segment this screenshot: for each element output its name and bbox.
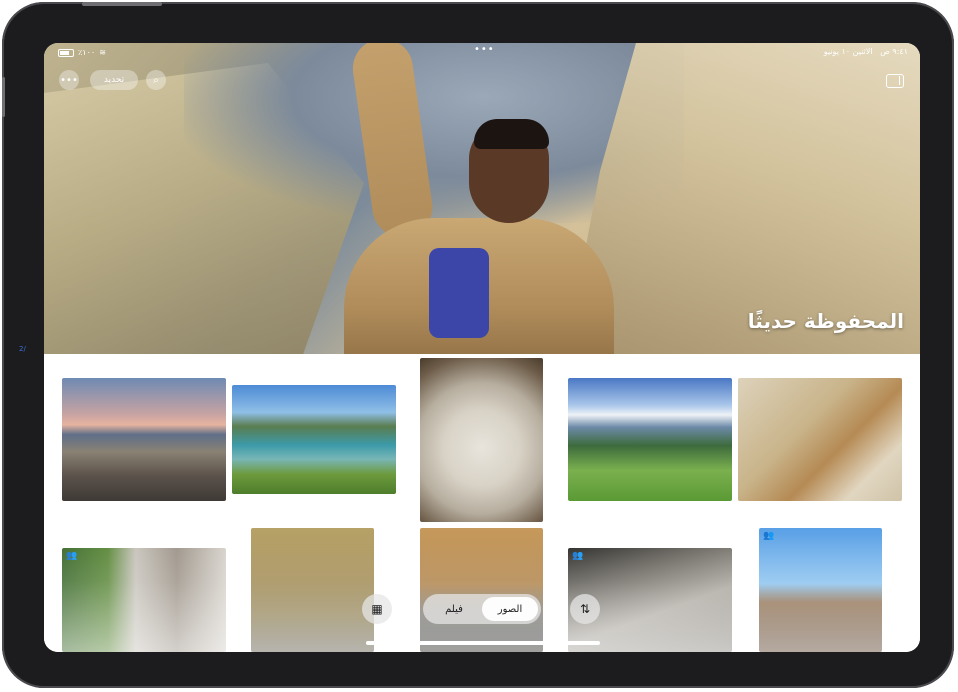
grid-view-button[interactable]: ▦ xyxy=(362,594,392,624)
wifi-icon: ≋ xyxy=(99,48,106,57)
tab-film[interactable]: فيلم xyxy=(426,597,482,621)
bottom-toolbar: ▦ الصور فيلم ⇅ xyxy=(44,589,920,629)
ipad-frame: ٪١٠٠ ≋ ••• ٩:٤١ ص الاثنين ١٠ يونيو ••• ت… xyxy=(2,2,954,688)
status-left: ٪١٠٠ ≋ xyxy=(58,48,106,57)
collection-title: المحفوظة حديثًا xyxy=(747,309,904,333)
photo-thumbnail[interactable] xyxy=(62,378,226,501)
view-segmented-control: الصور فيلم xyxy=(423,594,541,624)
battery-icon xyxy=(58,48,74,57)
status-bar: ٪١٠٠ ≋ ••• ٩:٤١ ص الاثنين ١٠ يونيو xyxy=(44,44,920,61)
photo-thumbnail[interactable] xyxy=(738,378,902,501)
status-date: الاثنين ١٠ يونيو xyxy=(823,47,873,56)
status-right: ٩:٤١ ص الاثنين ١٠ يونيو xyxy=(824,47,908,56)
search-icon: ⌕ xyxy=(153,74,159,86)
search-button[interactable]: ⌕ xyxy=(146,70,166,90)
photo-thumbnail[interactable] xyxy=(232,385,396,494)
screen: ٪١٠٠ ≋ ••• ٩:٤١ ص الاثنين ١٠ يونيو ••• ت… xyxy=(44,43,920,652)
select-button[interactable]: تحديد xyxy=(90,70,138,90)
shared-library-icon: 👥 xyxy=(66,551,78,561)
shared-library-icon: 👥 xyxy=(763,531,775,541)
battery-percent: ٪١٠٠ xyxy=(78,48,96,57)
hero-person-hair xyxy=(474,119,549,149)
tab-photos[interactable]: الصور xyxy=(482,597,538,621)
sort-button[interactable]: ⇅ xyxy=(570,594,600,624)
side-button xyxy=(2,77,5,117)
photo-thumbnail[interactable] xyxy=(568,378,732,501)
hero-person-shirt xyxy=(429,248,489,338)
ellipsis-icon: ••• xyxy=(60,74,78,86)
multitask-dots-icon[interactable]: ••• xyxy=(474,44,495,55)
shared-library-icon: 👥 xyxy=(572,551,584,561)
status-time: ٩:٤١ ص xyxy=(880,47,908,56)
sidebar-icon[interactable] xyxy=(886,74,904,88)
home-indicator[interactable] xyxy=(366,641,600,645)
sort-arrows-icon: ⇅ xyxy=(579,602,591,616)
side-page-label: 2/ xyxy=(19,345,26,353)
top-button xyxy=(82,2,162,6)
photo-thumbnail[interactable] xyxy=(420,358,543,522)
hero-featured-photo[interactable]: ٪١٠٠ ≋ ••• ٩:٤١ ص الاثنين ١٠ يونيو ••• ت… xyxy=(44,43,920,354)
grid-icon: ▦ xyxy=(371,602,383,616)
more-button[interactable]: ••• xyxy=(59,70,79,90)
